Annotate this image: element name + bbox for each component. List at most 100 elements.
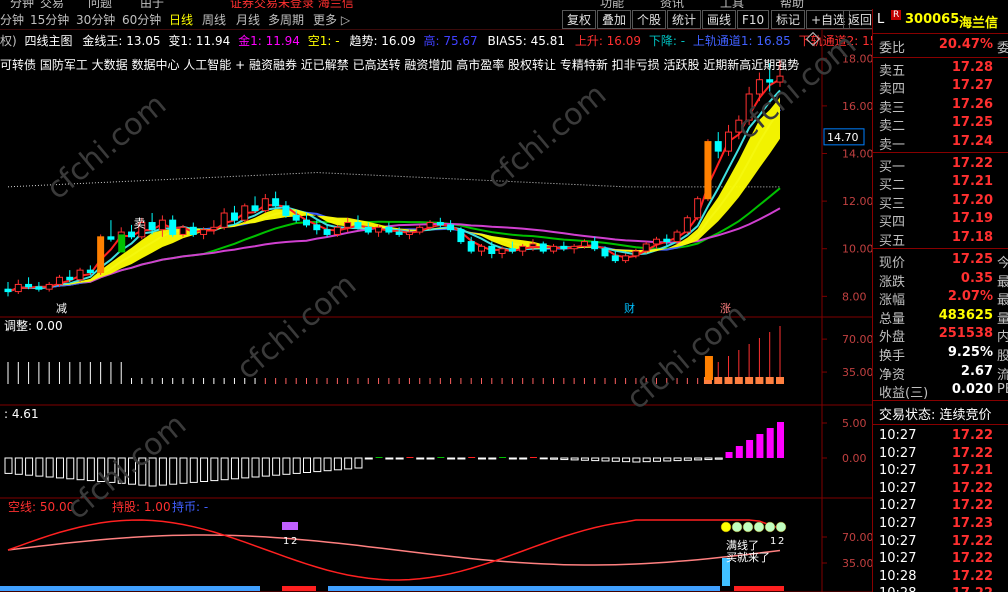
- stock-code[interactable]: 300065: [905, 12, 959, 27]
- stat-row-label: 外盘: [879, 330, 906, 346]
- tick-row: 10:27 17.22: [873, 551, 1008, 569]
- macd-bar: [333, 457, 342, 471]
- adjust-block: [724, 377, 733, 384]
- top-menu-item[interactable]: 问题: [88, 0, 112, 8]
- mark-button[interactable]: 标记: [771, 10, 806, 29]
- chart-area[interactable]: 18.00 16.00 14.00 12.00 10.00 8.00 14.70 卖减财涨调整…: [0, 27, 877, 592]
- stocks-button[interactable]: 个股: [632, 10, 667, 29]
- tick-row: 10:27 17.22: [873, 498, 1008, 516]
- period-60min[interactable]: 60分钟: [122, 11, 161, 28]
- top-menu-item[interactable]: 证券交易未登录 海兰信: [230, 0, 354, 8]
- hold-strip: [734, 586, 784, 591]
- macd-bar: [385, 457, 394, 460]
- top-menu-item[interactable]: 功能: [600, 0, 624, 8]
- top-menu-item[interactable]: 由于: [140, 0, 164, 8]
- macd-bar: [457, 457, 466, 460]
- period-1min[interactable]: 分钟: [0, 11, 24, 28]
- top-menu-item[interactable]: 交易: [40, 0, 64, 8]
- candle-body: [303, 219, 311, 226]
- tick-row-value: 17.22: [951, 533, 993, 549]
- indicator-rise: 上升: 16.09: [574, 34, 642, 48]
- period-30min[interactable]: 30分钟: [76, 11, 115, 28]
- restore-rights-button[interactable]: 复权: [562, 10, 597, 29]
- hold-cash-label: 持币: -: [172, 499, 208, 514]
- draw-line-button[interactable]: 画线: [702, 10, 737, 29]
- statistics-button[interactable]: 统计: [667, 10, 702, 29]
- candle-body: [416, 226, 424, 233]
- adjust-block: [765, 377, 774, 384]
- formula-name[interactable]: 四线主图: [25, 34, 73, 48]
- top-menu-item[interactable]: 帮助: [780, 0, 804, 8]
- price-axis-label: 18.00: [842, 52, 872, 65]
- candle-body: [35, 286, 43, 290]
- candle-body: [591, 241, 599, 250]
- signal-mark: 2: [291, 536, 297, 547]
- candle-body: [714, 141, 722, 152]
- stat-row-extra: PE: [997, 382, 1008, 398]
- tick-row: 10:27 17.22: [873, 446, 1008, 464]
- stat-row-value: 251538: [938, 326, 993, 342]
- candle-body: [261, 198, 269, 212]
- stat-row-value: 9.25%: [947, 345, 993, 360]
- period-weekly[interactable]: 周线: [202, 11, 226, 28]
- macd-bar: [261, 457, 270, 477]
- candle-body: [498, 248, 506, 254]
- hold-strip: [282, 586, 316, 591]
- stat-row-label: 净资: [879, 367, 906, 383]
- period-more[interactable]: 更多 ▷: [313, 11, 350, 28]
- candle-body: [364, 226, 372, 233]
- macd-bar: [580, 457, 589, 461]
- candle-body: [45, 283, 53, 290]
- macd-bar: [406, 457, 414, 458]
- macd-bar: [179, 457, 188, 484]
- macd-bar: [735, 446, 743, 458]
- weibi-value: 20.47%: [938, 37, 993, 52]
- price-axis-label: 10.00: [842, 243, 872, 256]
- period-daily[interactable]: 日线: [169, 11, 193, 28]
- stock-name[interactable]: 海兰信: [959, 12, 998, 31]
- top-menu-item[interactable]: 工具: [720, 0, 744, 8]
- macd-bar: [694, 457, 703, 461]
- macd-bar: [550, 457, 559, 460]
- panel2-axis-label: 35.00: [842, 366, 872, 379]
- macd-bar: [766, 428, 774, 458]
- candle-body: [189, 226, 197, 235]
- price-axis-label: 16.00: [842, 100, 872, 113]
- macd-bar: [416, 457, 425, 460]
- tick-row: 10:27 17.21: [873, 463, 1008, 481]
- stat-row-value: 17.25: [951, 252, 993, 267]
- top-menu-item[interactable]: 资讯: [660, 0, 684, 8]
- smiley-icon: [753, 521, 765, 533]
- oscillator-pink-line: [7, 534, 781, 566]
- macd-bar: [272, 457, 281, 476]
- ask-level-1-label: 卖一: [879, 137, 906, 153]
- overlay-button[interactable]: 叠加: [597, 10, 632, 29]
- bid-level-4-label: 买四: [879, 215, 906, 231]
- bid-level-2-label: 买二: [879, 178, 906, 194]
- trade-status-text: 交易状态: 连续竞价: [879, 408, 992, 423]
- stat-row: 涨幅 2.07%最: [873, 289, 1008, 308]
- period-monthly[interactable]: 月线: [236, 11, 260, 28]
- candle-body: [766, 79, 774, 83]
- ask-level-5-value: 17.28: [951, 60, 993, 75]
- tick-row: 10:28 17.22: [873, 569, 1008, 587]
- weibi-label: 委比: [879, 41, 906, 56]
- price-axis-label: 14.00: [842, 148, 872, 161]
- macd-bar: [55, 457, 64, 479]
- top-menu-bar: 分钟 交易 问题 由于 证券交易未登录 海兰信 功能 资讯 工具 帮助: [0, 0, 1008, 8]
- tick-row-label: 10:27: [879, 551, 917, 567]
- macd-bar: [282, 457, 291, 475]
- stat-row-value: 0.35: [960, 270, 993, 286]
- signal-mark: 1: [770, 536, 776, 547]
- period-15min[interactable]: 15分钟: [30, 11, 69, 28]
- period-multi[interactable]: 多周期: [268, 11, 304, 28]
- top-menu-item[interactable]: 分钟: [10, 0, 34, 8]
- candlestick-chart[interactable]: 18.0016.0014.0012.0010.008.0014.70卖减财涨调整…: [0, 30, 872, 592]
- candle-body: [148, 222, 156, 231]
- stat-row-label: 涨跌: [879, 274, 906, 290]
- empty-line-label: 空线: 50.00: [8, 500, 74, 514]
- macd-bar: [632, 457, 641, 463]
- f10-button[interactable]: F10: [737, 10, 770, 29]
- tick-row-value: 17.22: [951, 480, 993, 496]
- macd-bar: [117, 457, 126, 484]
